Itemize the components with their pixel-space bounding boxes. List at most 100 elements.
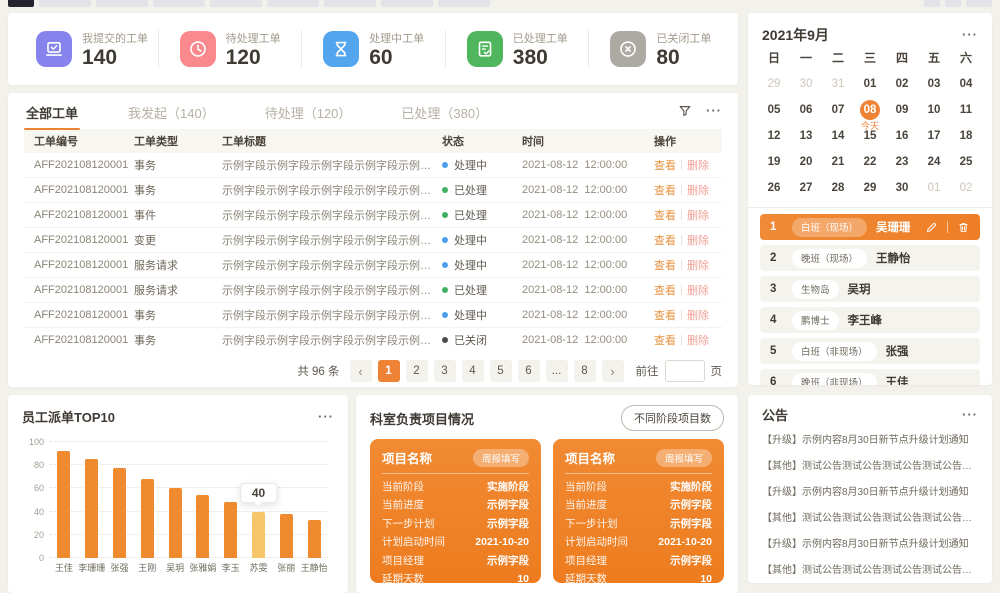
- weekly-report-button[interactable]: 周报填写: [473, 449, 529, 467]
- top-strip-control[interactable]: [966, 0, 992, 7]
- filter-icon[interactable]: [678, 104, 692, 118]
- top-strip-tab[interactable]: [267, 0, 319, 7]
- page-jump-input[interactable]: [665, 360, 705, 382]
- announcement-item[interactable]: 【升级】示例内容8月30日新节点升级计划通知: [762, 428, 978, 454]
- edit-icon[interactable]: [925, 221, 938, 234]
- top-strip-tab[interactable]: [210, 0, 262, 7]
- announcement-item[interactable]: 【其他】测试公告测试公告测试公告测试公告测试公告: [762, 506, 978, 532]
- workorder-tab[interactable]: 已处理（380）: [399, 93, 490, 130]
- calendar-day[interactable]: 10: [918, 97, 950, 123]
- delete-link[interactable]: 删除: [687, 157, 709, 173]
- calendar-day[interactable]: 05: [758, 97, 790, 123]
- delete-link[interactable]: 删除: [687, 232, 709, 248]
- view-link[interactable]: 查看: [654, 182, 676, 198]
- delete-link[interactable]: 删除: [687, 257, 709, 273]
- delete-link[interactable]: 删除: [687, 182, 709, 198]
- view-link[interactable]: 查看: [654, 232, 676, 248]
- calendar-day[interactable]: 04: [950, 71, 982, 97]
- view-link[interactable]: 查看: [654, 282, 676, 298]
- top-strip-control[interactable]: [945, 0, 961, 7]
- calendar-day[interactable]: 13: [790, 123, 822, 149]
- delete-link[interactable]: 删除: [687, 207, 709, 223]
- calendar-day[interactable]: 31: [822, 71, 854, 97]
- calendar-day[interactable]: 29: [854, 175, 886, 201]
- more-icon[interactable]: ···: [962, 30, 978, 40]
- calendar-day[interactable]: 03: [918, 71, 950, 97]
- view-link[interactable]: 查看: [654, 157, 676, 173]
- page-button[interactable]: 4: [462, 360, 484, 382]
- calendar-day[interactable]: 09: [886, 97, 918, 123]
- top-strip-tab[interactable]: [96, 0, 148, 7]
- page-button[interactable]: 2: [406, 360, 428, 382]
- next-page-button[interactable]: ›: [602, 360, 624, 382]
- workorder-tab[interactable]: 待处理（120）: [263, 93, 354, 130]
- view-link[interactable]: 查看: [654, 257, 676, 273]
- calendar-day[interactable]: 08今天: [854, 97, 886, 123]
- view-link[interactable]: 查看: [654, 307, 676, 323]
- page-button[interactable]: 5: [490, 360, 512, 382]
- calendar-day[interactable]: 01: [854, 71, 886, 97]
- page-button[interactable]: 1: [378, 360, 400, 382]
- workorder-tab[interactable]: 全部工单: [24, 93, 80, 130]
- calendar-day[interactable]: 17: [918, 123, 950, 149]
- view-link[interactable]: 查看: [654, 332, 676, 348]
- duty-row[interactable]: 3生物岛吴玥: [760, 276, 980, 302]
- project-card[interactable]: 项目名称周报填写当前阶段实施阶段当前进度示例字段下一步计划示例字段计划启动时间2…: [370, 439, 541, 583]
- top-strip-tab[interactable]: [324, 0, 376, 7]
- top-strip-tab[interactable]: [8, 0, 34, 7]
- calendar-day[interactable]: 30: [886, 175, 918, 201]
- more-icon[interactable]: ···: [962, 410, 978, 420]
- calendar-day[interactable]: 19: [758, 149, 790, 175]
- calendar-day[interactable]: 02: [886, 71, 918, 97]
- calendar-day[interactable]: 18: [950, 123, 982, 149]
- page-button[interactable]: 8: [574, 360, 596, 382]
- weekly-report-button[interactable]: 周报填写: [656, 449, 712, 467]
- more-icon[interactable]: ···: [318, 412, 334, 422]
- top-strip-tab[interactable]: [438, 0, 490, 7]
- top-strip-tab[interactable]: [153, 0, 205, 7]
- page-button[interactable]: 6: [518, 360, 540, 382]
- project-card[interactable]: 项目名称周报填写当前阶段实施阶段当前进度示例字段下一步计划示例字段计划启动时间2…: [553, 439, 724, 583]
- view-link[interactable]: 查看: [654, 207, 676, 223]
- delete-link[interactable]: 删除: [687, 282, 709, 298]
- calendar-day[interactable]: 23: [886, 149, 918, 175]
- calendar-day[interactable]: 16: [886, 123, 918, 149]
- calendar-day[interactable]: 21: [822, 149, 854, 175]
- duty-row[interactable]: 5白班（非现场）张强: [760, 338, 980, 364]
- announcement-item[interactable]: 【其他】测试公告测试公告测试公告测试公告测试公告: [762, 454, 978, 480]
- announcement-item[interactable]: 【其他】测试公告测试公告测试公告测试公告测试公告: [762, 558, 978, 583]
- calendar-day[interactable]: 20: [790, 149, 822, 175]
- calendar-day[interactable]: 07: [822, 97, 854, 123]
- calendar-day[interactable]: 01: [918, 175, 950, 201]
- calendar-day[interactable]: 15: [854, 123, 886, 149]
- calendar-day[interactable]: 06: [790, 97, 822, 123]
- duty-row[interactable]: 4鹏博士李王峰: [760, 307, 980, 333]
- workorder-tab[interactable]: 我发起（140）: [126, 93, 217, 130]
- stage-count-button[interactable]: 不同阶段项目数: [621, 405, 724, 431]
- calendar-day[interactable]: 27: [790, 175, 822, 201]
- calendar-day[interactable]: 11: [950, 97, 982, 123]
- calendar-day[interactable]: 28: [822, 175, 854, 201]
- calendar-day[interactable]: 12: [758, 123, 790, 149]
- delete-link[interactable]: 删除: [687, 332, 709, 348]
- page-button[interactable]: 3: [434, 360, 456, 382]
- trash-icon[interactable]: [957, 221, 970, 234]
- duty-row[interactable]: 6晚班（非现场）王佳: [760, 369, 980, 385]
- prev-page-button[interactable]: ‹: [350, 360, 372, 382]
- announcement-item[interactable]: 【升级】示例内容8月30日新节点升级计划通知: [762, 532, 978, 558]
- top-strip-control[interactable]: [924, 0, 940, 7]
- calendar-day[interactable]: 25: [950, 149, 982, 175]
- more-icon[interactable]: ···: [706, 106, 722, 116]
- calendar-day[interactable]: 24: [918, 149, 950, 175]
- top-strip-tab[interactable]: [39, 0, 91, 7]
- announcement-item[interactable]: 【升级】示例内容8月30日新节点升级计划通知: [762, 480, 978, 506]
- duty-row[interactable]: 2晚班（现场）王静怡: [760, 245, 980, 271]
- calendar-day[interactable]: 14: [822, 123, 854, 149]
- top-strip-tab[interactable]: [381, 0, 433, 7]
- calendar-day[interactable]: 02: [950, 175, 982, 201]
- calendar-day[interactable]: 29: [758, 71, 790, 97]
- calendar-day[interactable]: 22: [854, 149, 886, 175]
- calendar-day[interactable]: 26: [758, 175, 790, 201]
- delete-link[interactable]: 删除: [687, 307, 709, 323]
- calendar-day[interactable]: 30: [790, 71, 822, 97]
